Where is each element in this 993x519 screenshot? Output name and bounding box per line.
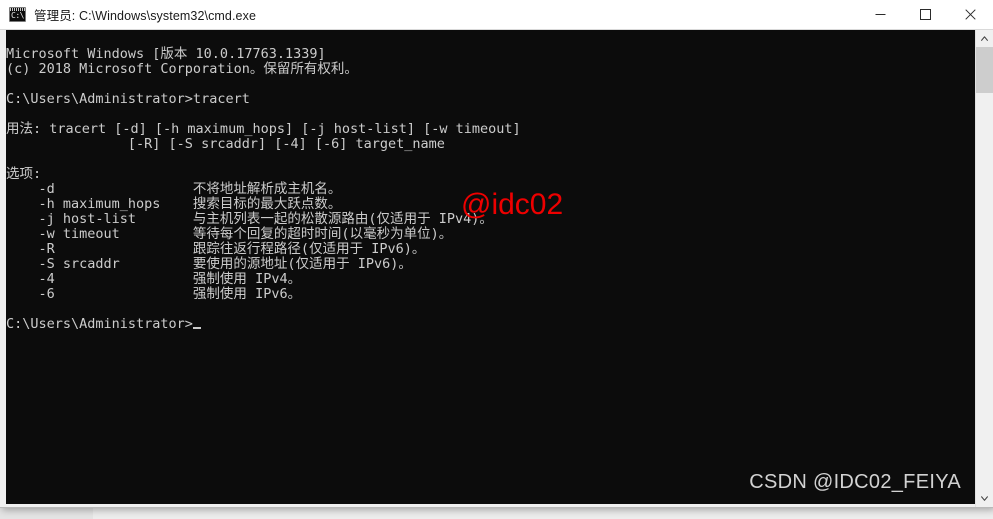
desktop-bottom-strip-left (0, 507, 93, 519)
minimize-icon (875, 14, 886, 15)
scrollbar-track[interactable] (976, 47, 993, 490)
minimize-button[interactable] (858, 0, 903, 29)
console-line: -h maximum_hops 搜索目标的最大跃点数。 (6, 195, 342, 212)
close-icon (965, 9, 976, 20)
console-line: -S srcaddr 要使用的源地址(仅适用于 IPv6)。 (6, 255, 412, 272)
console-line: -j host-list 与主机列表一起的松散源路由(仅适用于 IPv4)。 (6, 210, 493, 227)
close-button[interactable] (948, 0, 993, 29)
desktop-bottom-strip (0, 507, 993, 519)
console-cursor (192, 326, 201, 329)
scroll-up-arrow-button[interactable] (976, 30, 993, 47)
chevron-down-icon (981, 496, 988, 501)
window-title: 管理员: C:\Windows\system32\cmd.exe (34, 9, 257, 23)
console-line: -d 不将地址解析成主机名。 (6, 180, 342, 197)
console-line: (c) 2018 Microsoft Corporation。保留所有权利。 (6, 60, 358, 77)
console-line: C:\Users\Administrator>tracert (6, 90, 250, 107)
console-line: -R 跟踪往返行程路径(仅适用于 IPv6)。 (6, 240, 426, 257)
console-text: Microsoft Windows [版本 10.0.17763.1339] (c… (6, 45, 521, 332)
maximize-button[interactable] (903, 0, 948, 29)
console-line: -4 强制使用 IPv4。 (6, 270, 302, 287)
scroll-down-arrow-button[interactable] (976, 490, 993, 507)
title-bar[interactable]: C:\. 管理员: C:\Windows\system32\cmd.exe (0, 0, 993, 30)
csdn-watermark: CSDN @IDC02_FEIYA (749, 471, 961, 493)
cmd-console-window[interactable]: C:\. 管理员: C:\Windows\system32\cmd.exe (0, 0, 993, 507)
console-line: 选项: (6, 165, 42, 182)
cmd-console-icon: C:\. (9, 7, 26, 22)
console-line: 用法: tracert [-d] [-h maximum_hops] [-j h… (6, 120, 521, 137)
window-controls (858, 0, 993, 29)
console-line: [-R] [-S srcaddr] [-4] [-6] target_name (6, 135, 445, 152)
console-line: Microsoft Windows [版本 10.0.17763.1339] (6, 45, 326, 62)
console-body: Microsoft Windows [版本 10.0.17763.1339] (c… (0, 30, 993, 507)
console-prompt-line[interactable]: C:\Users\Administrator> (6, 315, 521, 332)
console-line: -w timeout 等待每个回复的超时时间(以毫秒为单位)。 (6, 225, 453, 242)
console-line: -6 强制使用 IPv6。 (6, 285, 302, 302)
console-output-surface[interactable]: Microsoft Windows [版本 10.0.17763.1339] (c… (0, 30, 975, 507)
chevron-up-icon (981, 36, 988, 41)
vertical-scrollbar[interactable] (975, 30, 993, 507)
cmd-icon-glyph: C:\. (11, 11, 25, 20)
console-prompt: C:\Users\Administrator> (6, 315, 193, 332)
maximize-icon (920, 9, 931, 20)
scrollbar-thumb[interactable] (976, 47, 993, 93)
